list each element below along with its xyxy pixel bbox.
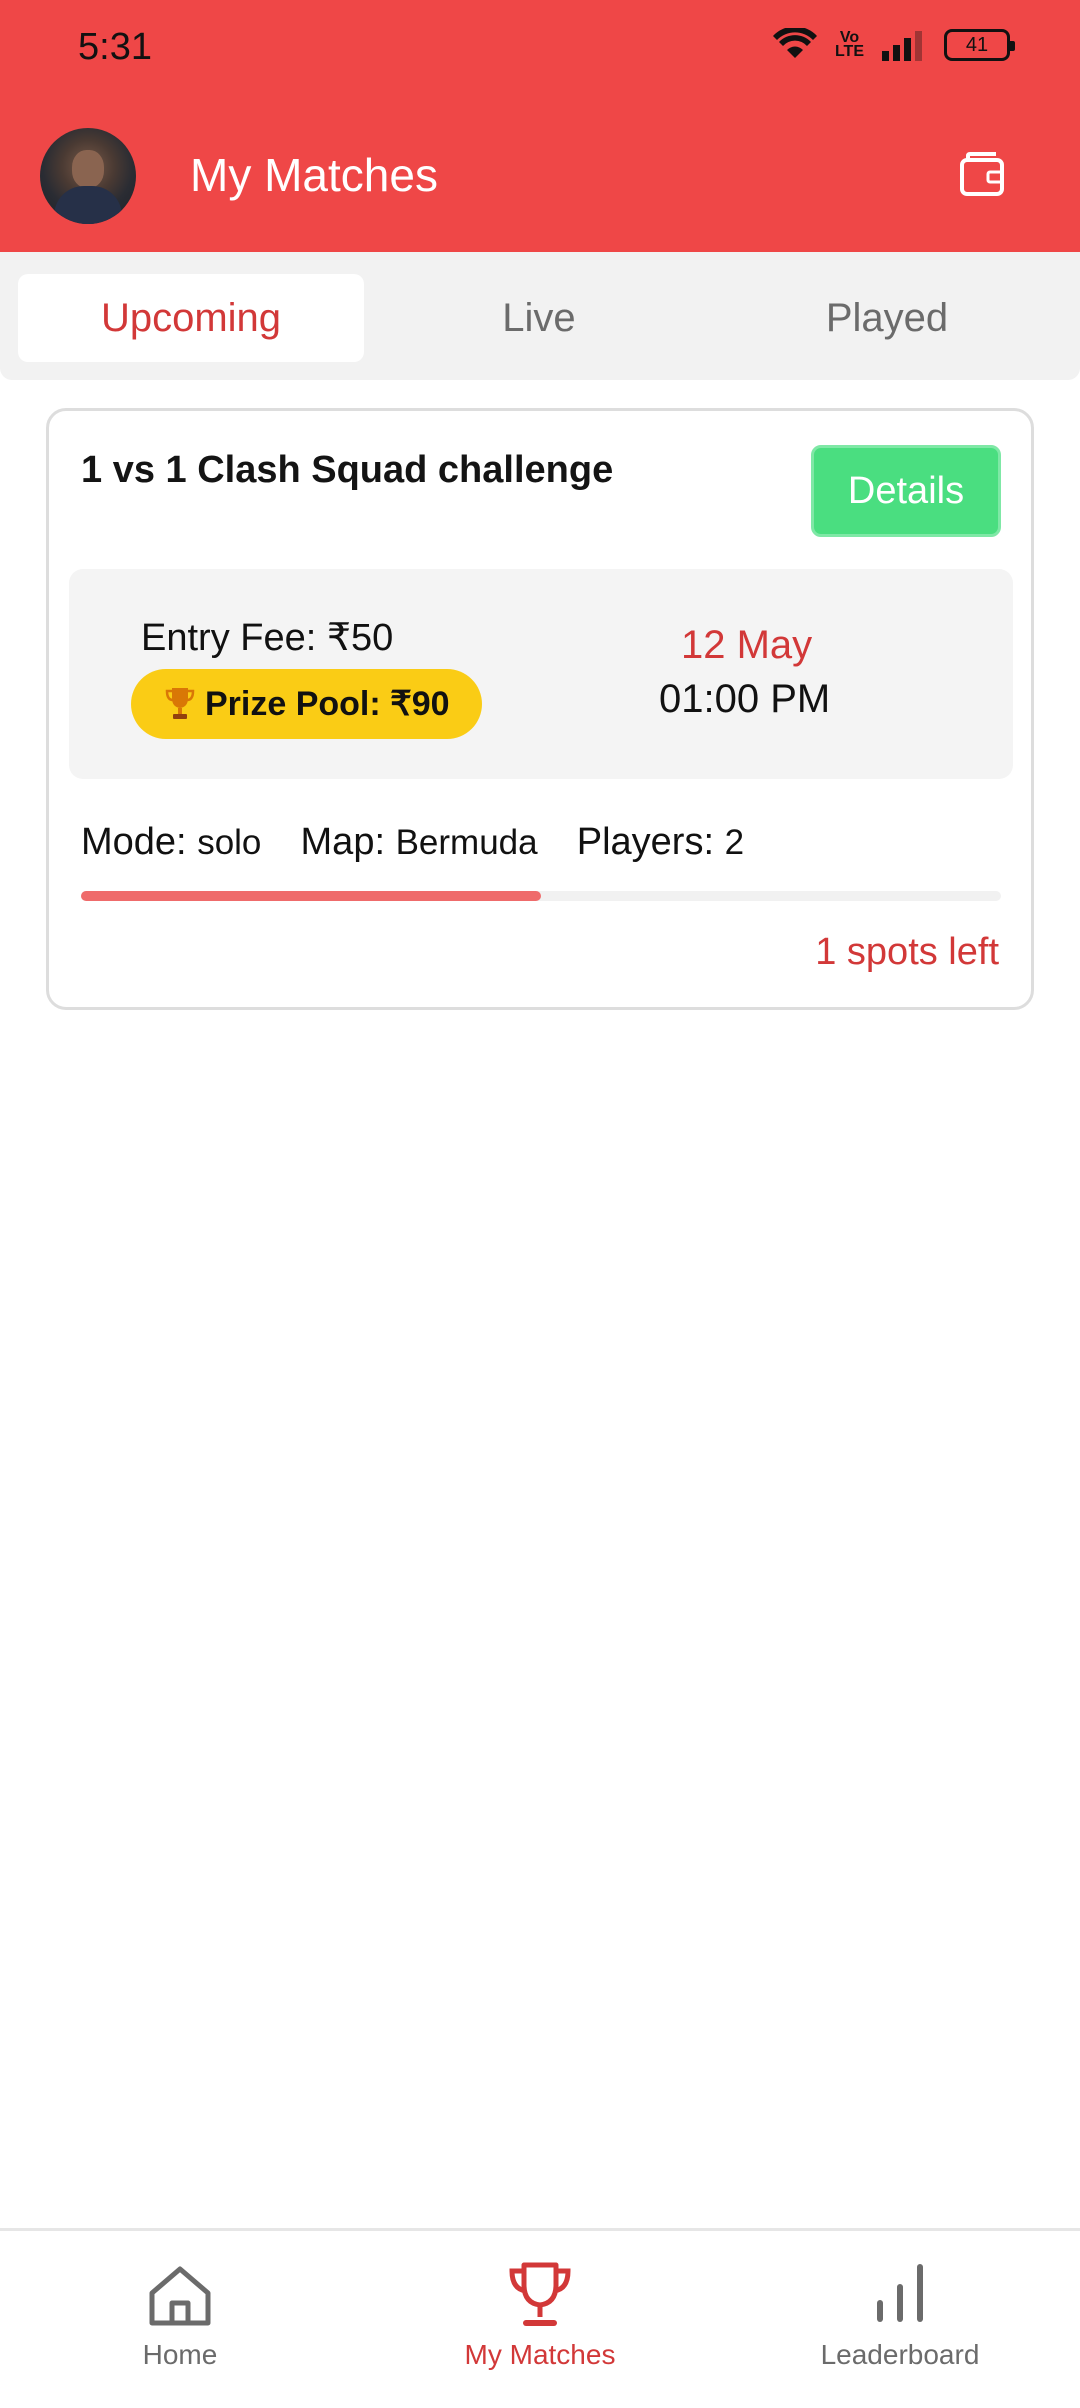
- match-tabs: Upcoming Live Played: [0, 252, 1080, 380]
- details-button[interactable]: Details: [811, 445, 1001, 537]
- prize-pool-text: Prize Pool: ₹90: [205, 685, 450, 723]
- trophy-icon: [165, 688, 195, 719]
- spots-left: 1 spots left: [815, 931, 999, 973]
- match-title: 1 vs 1 Clash Squad challenge: [81, 449, 614, 491]
- match-time: 01:00 PM: [659, 677, 831, 721]
- wallet-icon[interactable]: [958, 150, 1006, 198]
- status-icons: Vo LTE 41: [772, 28, 1015, 62]
- page-title: My Matches: [190, 149, 438, 201]
- players-value: 2: [724, 823, 745, 862]
- entry-fee-label: Entry Fee:: [141, 617, 317, 659]
- match-info-box: Entry Fee: ₹50 Prize Pool: ₹90 12 May 01…: [69, 569, 1013, 779]
- nav-my-matches-label: My Matches: [464, 2339, 616, 2370]
- slots-progress-bar: [81, 891, 1001, 901]
- nav-home[interactable]: Home: [30, 2259, 330, 2371]
- wifi-icon: [772, 28, 817, 58]
- status-time: 5:31: [78, 26, 152, 68]
- avatar[interactable]: [40, 128, 136, 224]
- nav-my-matches[interactable]: My Matches: [390, 2259, 690, 2371]
- volte-icon: Vo LTE: [834, 29, 864, 60]
- trophy-icon: [509, 2262, 571, 2326]
- match-date: 12 May: [681, 623, 813, 667]
- tab-played[interactable]: Played: [714, 274, 1060, 362]
- match-card: 1 vs 1 Clash Squad challenge Details Ent…: [46, 408, 1034, 1010]
- mode-label: Mode:: [81, 821, 187, 863]
- players-label: Players:: [576, 821, 715, 863]
- home-icon: [149, 2266, 211, 2326]
- battery-icon: 41: [944, 29, 1015, 61]
- map-value: Bermuda: [395, 823, 538, 862]
- leaderboard-icon: [877, 2264, 923, 2322]
- bottom-nav: Home My Matches Leaderboard: [0, 2228, 1080, 2408]
- entry-fee: Entry Fee: ₹50: [141, 615, 393, 660]
- slots-progress-fill: [81, 891, 541, 901]
- tab-live[interactable]: Live: [366, 274, 712, 362]
- signal-icon: [882, 31, 922, 61]
- entry-fee-value: ₹50: [326, 617, 394, 659]
- match-meta: Mode: solo Map: Bermuda Players: 2: [81, 821, 744, 864]
- tab-upcoming[interactable]: Upcoming: [18, 274, 364, 362]
- map-label: Map:: [300, 821, 386, 863]
- nav-home-label: Home: [142, 2339, 218, 2370]
- app-header: 5:31 Vo LTE 41 My Matches: [0, 0, 1080, 252]
- prize-pool-badge: Prize Pool: ₹90: [131, 669, 482, 739]
- mode-value: solo: [197, 823, 262, 862]
- nav-leaderboard[interactable]: Leaderboard: [750, 2259, 1050, 2371]
- nav-leaderboard-label: Leaderboard: [820, 2339, 980, 2370]
